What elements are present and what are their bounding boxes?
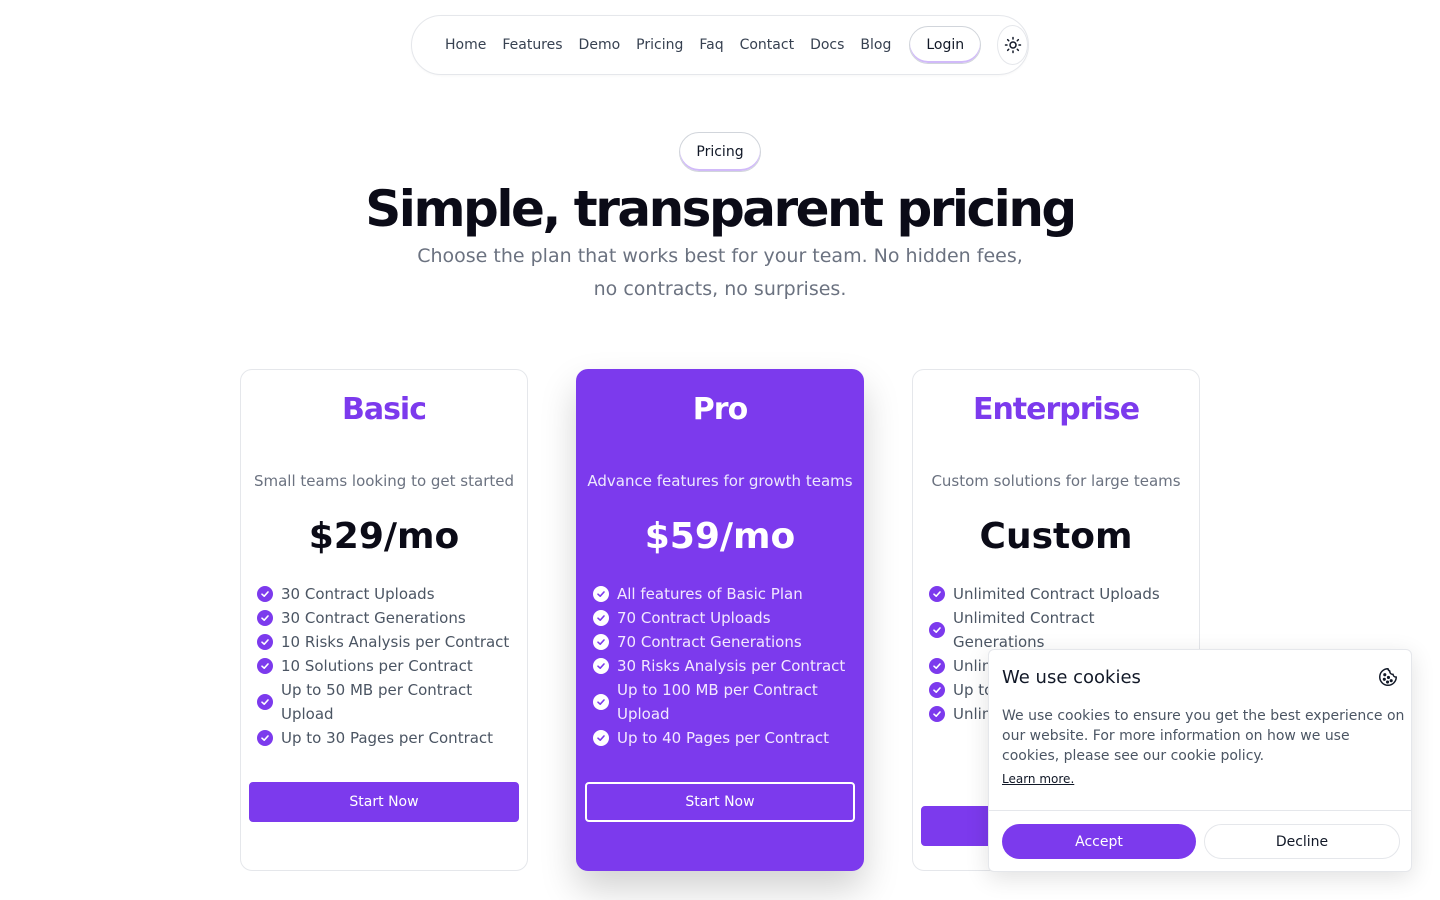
feature-item: Unlimited Contract Generations (929, 606, 1187, 654)
nav-link-faq[interactable]: Faq (699, 37, 723, 53)
page-title: Simple, transparent pricing (365, 180, 1077, 238)
check-icon (593, 586, 609, 602)
feature-label: Up to 40 Pages per Contract (617, 729, 830, 747)
page-subtitle: Choose the plan that works best for your… (417, 245, 1023, 300)
feature-item: 30 Contract Uploads (257, 582, 515, 606)
feature-item: Up to 50 MB per Contract Upload (257, 678, 515, 726)
feature-item: Up to 30 Pages per Contract (257, 726, 515, 750)
feature-item: Up to 40 Pages per Contract (593, 726, 851, 750)
feature-label: Up to 50 MB per Contract Upload (281, 681, 473, 723)
feature-label: Up to 30 Pages per Contract (281, 729, 494, 747)
learn-more-link[interactable]: Learn more. (1002, 772, 1074, 786)
nav-link-pricing[interactable]: Pricing (636, 37, 683, 53)
feature-label: 70 Contract Generations (617, 633, 802, 651)
feature-label: 10 Solutions per Contract (281, 657, 473, 675)
sun-icon (1004, 36, 1021, 54)
check-icon (929, 586, 945, 602)
feature-label: 30 Risks Analysis per Contract (617, 657, 846, 675)
nav-link-home[interactable]: Home (445, 37, 486, 53)
feature-item: 10 Risks Analysis per Contract (257, 630, 515, 654)
feature-label: 30 Contract Uploads (281, 585, 435, 603)
feature-item: 70 Contract Generations (593, 630, 851, 654)
login-button[interactable]: Login (909, 26, 982, 64)
feature-item: All features of Basic Plan (593, 582, 851, 606)
pricing-badge: Pricing (679, 132, 761, 172)
check-icon (593, 658, 609, 674)
check-icon (593, 694, 609, 710)
check-icon (257, 730, 273, 746)
feature-item: 10 Solutions per Contract (257, 654, 515, 678)
cookie-divider (989, 810, 1411, 811)
plan-name: Basic (341, 392, 427, 427)
plan-price: $29/mo (308, 516, 460, 557)
feature-label: All features of Basic Plan (617, 585, 803, 603)
plan-name: Enterprise (972, 392, 1140, 427)
nav-link-demo[interactable]: Demo (579, 37, 621, 53)
start-now-button[interactable]: Start Now (249, 782, 519, 822)
check-icon (257, 586, 273, 602)
plan-description: Advance features for growth teams (587, 472, 853, 490)
cookie-message: We use cookies to ensure you get the bes… (1002, 708, 1405, 764)
feature-item: Up to 100 MB per Contract Upload (593, 678, 851, 726)
top-navbar: Home Features Demo Pricing Faq Contact D… (411, 15, 1029, 75)
check-icon (257, 658, 273, 674)
feature-label: 30 Contract Generations (281, 609, 466, 627)
feature-list: 30 Contract Uploads 30 Contract Generati… (257, 582, 515, 750)
check-icon (929, 682, 945, 698)
theme-toggle-button[interactable] (997, 25, 1028, 65)
plan-price: Custom (979, 516, 1133, 557)
feature-item: 70 Contract Uploads (593, 606, 851, 630)
plan-name: Pro (692, 392, 748, 427)
accept-cookies-button[interactable]: Accept (1002, 824, 1196, 859)
cookie-title: We use cookies (1002, 667, 1141, 688)
check-icon (257, 610, 273, 626)
nav-link-features[interactable]: Features (502, 37, 562, 53)
feature-item: 30 Risks Analysis per Contract (593, 654, 851, 678)
plan-description: Custom solutions for large teams (931, 472, 1181, 490)
decline-cookies-button[interactable]: Decline (1204, 824, 1400, 859)
nav-link-docs[interactable]: Docs (810, 37, 844, 53)
cookie-icon (1379, 668, 1397, 686)
start-now-button[interactable]: Start Now (585, 782, 855, 822)
nav-link-contact[interactable]: Contact (740, 37, 794, 53)
check-icon (593, 730, 609, 746)
check-icon (929, 706, 945, 722)
plan-card-pro: Pro Advance features for growth teams $5… (576, 369, 864, 871)
plan-price: $59/mo (644, 516, 796, 557)
check-icon (929, 622, 945, 638)
check-icon (257, 634, 273, 650)
feature-label: Unlimited Contract Uploads (953, 585, 1160, 603)
nav-link-blog[interactable]: Blog (860, 37, 891, 53)
feature-label: 10 Risks Analysis per Contract (281, 633, 510, 651)
feature-list: All features of Basic Plan 70 Contract U… (593, 582, 851, 750)
feature-label: Up to 100 MB per Contract Upload (617, 681, 818, 723)
cookie-banner: We use cookies We use cookies to ensure … (988, 649, 1412, 872)
check-icon (257, 694, 273, 710)
feature-item: Unlimited Contract Uploads (929, 582, 1187, 606)
feature-item: 30 Contract Generations (257, 606, 515, 630)
check-icon (929, 658, 945, 674)
nav-links: Home Features Demo Pricing Faq Contact D… (437, 37, 899, 53)
feature-label: 70 Contract Uploads (617, 609, 771, 627)
check-icon (593, 634, 609, 650)
feature-label: Unlimited Contract Generations (953, 609, 1095, 651)
plan-description: Small teams looking to get started (253, 472, 514, 490)
check-icon (593, 610, 609, 626)
plan-card-basic: Basic Small teams looking to get started… (240, 369, 528, 871)
